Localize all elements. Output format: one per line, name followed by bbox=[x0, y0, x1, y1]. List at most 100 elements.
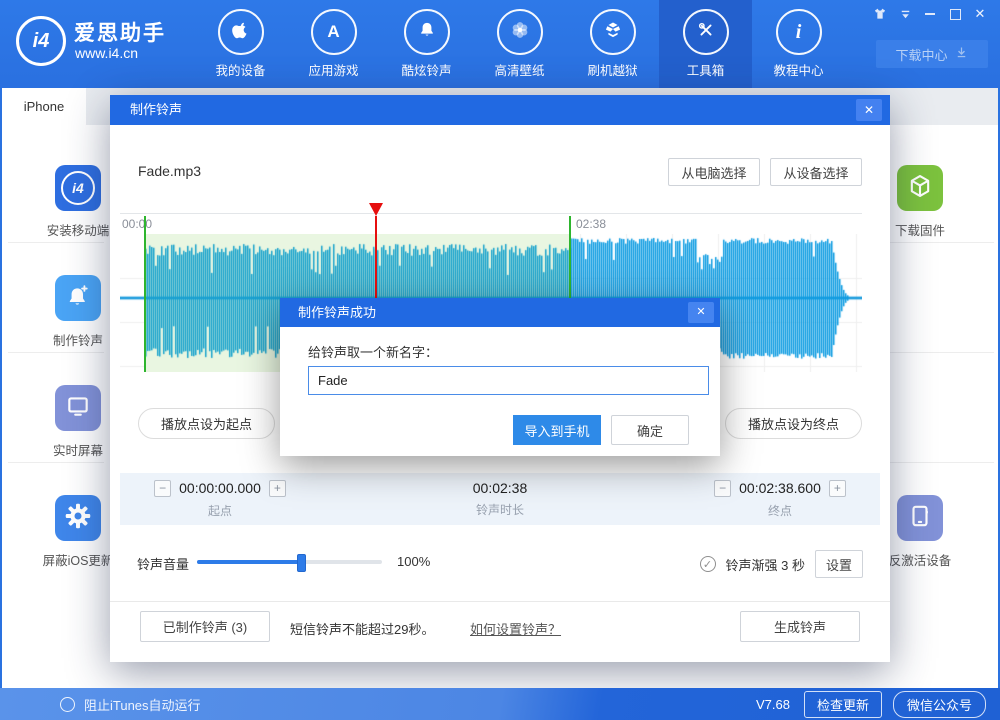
cube-icon bbox=[906, 172, 934, 205]
nav-label: 刷机越狱 bbox=[587, 60, 637, 79]
check-update-button[interactable]: 检查更新 bbox=[804, 691, 882, 718]
nav-label: 酷炫铃声 bbox=[401, 60, 451, 79]
divider bbox=[8, 242, 104, 243]
volume-percent: 100% bbox=[397, 554, 430, 569]
divider bbox=[886, 352, 994, 353]
download-center-label: 下载中心 bbox=[895, 45, 947, 64]
success-dialog-title: 制作铃声成功 bbox=[298, 305, 376, 320]
jailbreak-box-icon bbox=[603, 20, 623, 45]
nav-label: 教程中心 bbox=[773, 60, 823, 79]
file-name: Fade.mp3 bbox=[138, 163, 201, 179]
block-itunes-checkbox[interactable] bbox=[60, 697, 75, 712]
status-bar: 阻止iTunes自动运行 V7.68 检查更新 微信公众号 bbox=[0, 688, 1000, 720]
fade-in-cluster: ✓ 铃声渐强 3 秒 设置 bbox=[700, 550, 863, 578]
divider bbox=[886, 462, 994, 463]
nav-jailbreak[interactable]: 刷机越狱 bbox=[566, 0, 659, 88]
ok-button[interactable]: 确定 bbox=[611, 415, 689, 445]
apple-icon bbox=[230, 19, 252, 46]
nav-apps-games[interactable]: A 应用游戏 bbox=[287, 0, 380, 88]
check-circle-icon[interactable]: ✓ bbox=[700, 556, 716, 572]
i4-logo-icon: i4 bbox=[16, 16, 66, 66]
success-close-icon[interactable]: ✕ bbox=[688, 302, 714, 323]
timeline-end-label: 02:38 bbox=[576, 217, 606, 231]
dialog-close-icon[interactable]: ✕ bbox=[856, 99, 882, 121]
nav-label: 工具箱 bbox=[687, 60, 725, 79]
download-center-button[interactable]: 下载中心 bbox=[876, 40, 988, 68]
divider bbox=[886, 242, 994, 243]
sms-hint-text: 短信铃声不能超过29秒。 bbox=[290, 619, 434, 638]
info-icon: i bbox=[796, 21, 802, 44]
ringtone-dialog-titlebar: 制作铃声 ✕ bbox=[110, 95, 890, 125]
main-nav: 我的设备 A 应用游戏 酷炫铃声 高清壁纸 bbox=[194, 0, 845, 88]
bell-icon bbox=[417, 20, 437, 45]
select-from-device-button[interactable]: 从设备选择 bbox=[770, 158, 862, 186]
dialog-footer: 已制作铃声 (3) 短信铃声不能超过29秒。 如何设置铃声？ 生成铃声 bbox=[110, 601, 890, 662]
duration-label: 铃声时长 bbox=[476, 501, 524, 518]
nav-wallpapers[interactable]: 高清壁纸 bbox=[473, 0, 566, 88]
volume-label: 铃声音量 bbox=[137, 554, 189, 573]
block-itunes-label: 阻止iTunes自动运行 bbox=[84, 695, 201, 714]
duration-group: 00:02:38 铃声时长 bbox=[320, 473, 680, 525]
wechat-account-button[interactable]: 微信公众号 bbox=[893, 691, 986, 718]
how-to-set-link[interactable]: 如何设置铃声？ bbox=[470, 619, 561, 638]
skin-shirt-icon[interactable] bbox=[872, 7, 888, 21]
gear-icon bbox=[64, 502, 92, 535]
bell-plus-icon bbox=[64, 282, 92, 315]
app-url: www.i4.cn bbox=[75, 45, 138, 61]
window-left-edge bbox=[0, 88, 2, 688]
minimize-icon[interactable] bbox=[922, 7, 938, 21]
import-to-phone-button[interactable]: 导入到手机 bbox=[513, 415, 601, 445]
toolbox-icon bbox=[696, 20, 716, 45]
duration-value: 00:02:38 bbox=[473, 480, 528, 496]
volume-slider[interactable] bbox=[197, 560, 382, 564]
new-name-label: 给铃声取一个新名字： bbox=[308, 342, 438, 361]
generate-ringtone-button[interactable]: 生成铃声 bbox=[740, 611, 860, 642]
end-plus-button[interactable]: + bbox=[829, 480, 846, 497]
download-icon bbox=[954, 45, 969, 63]
end-minus-button[interactable]: − bbox=[714, 480, 731, 497]
tab-iphone[interactable]: iPhone bbox=[2, 88, 86, 125]
success-dialog: 制作铃声成功 ✕ 给铃声取一个新名字： 导入到手机 确定 bbox=[280, 298, 720, 456]
fade-in-label: 铃声渐强 3 秒 bbox=[726, 555, 805, 574]
divider bbox=[8, 462, 104, 463]
success-dialog-titlebar: 制作铃声成功 ✕ bbox=[280, 298, 720, 327]
maximize-icon[interactable] bbox=[947, 7, 963, 21]
end-time-label: 终点 bbox=[768, 502, 792, 519]
start-minus-button[interactable]: − bbox=[154, 480, 171, 497]
nav-label: 应用游戏 bbox=[308, 60, 358, 79]
i4-app-icon: i4 bbox=[61, 171, 95, 205]
volume-slider-thumb[interactable] bbox=[297, 554, 306, 572]
ringtone-name-input[interactable] bbox=[308, 366, 709, 395]
appstore-icon: A bbox=[327, 22, 339, 42]
time-strip: − 00:00:00.000 + 起点 00:02:38 铃声时长 − 00:0… bbox=[120, 473, 880, 525]
volume-slider-fill bbox=[197, 560, 301, 564]
minimize-to-tray-icon[interactable] bbox=[897, 7, 913, 21]
nav-tutorials[interactable]: i 教程中心 bbox=[752, 0, 845, 88]
set-start-button[interactable]: 播放点设为起点 bbox=[138, 408, 275, 439]
start-plus-button[interactable]: + bbox=[269, 480, 286, 497]
tablet-icon bbox=[907, 503, 933, 534]
wallpaper-flower-icon bbox=[509, 19, 531, 46]
set-end-button[interactable]: 播放点设为终点 bbox=[725, 408, 862, 439]
monitor-icon bbox=[65, 393, 91, 424]
header: i4 爱思助手 www.i4.cn 我的设备 A 应用游戏 酷炫铃声 bbox=[0, 0, 1000, 88]
timeline-start-label: 00:00 bbox=[122, 217, 152, 231]
fade-settings-button[interactable]: 设置 bbox=[815, 550, 863, 578]
start-marker[interactable] bbox=[144, 216, 146, 372]
window-controls: ✕ bbox=[872, 7, 988, 21]
nav-ringtones[interactable]: 酷炫铃声 bbox=[380, 0, 473, 88]
nav-my-devices[interactable]: 我的设备 bbox=[194, 0, 287, 88]
made-ringtones-button[interactable]: 已制作铃声 (3) bbox=[140, 611, 270, 642]
start-time-group: − 00:00:00.000 + 起点 bbox=[120, 473, 320, 525]
ringtone-dialog-title: 制作铃声 bbox=[130, 102, 182, 117]
close-icon[interactable]: ✕ bbox=[972, 7, 988, 21]
nav-label: 高清壁纸 bbox=[494, 60, 544, 79]
start-time-label: 起点 bbox=[208, 502, 232, 519]
nav-toolbox[interactable]: 工具箱 bbox=[659, 0, 752, 88]
end-time-value: 00:02:38.600 bbox=[739, 480, 821, 496]
end-time-group: − 00:02:38.600 + 终点 bbox=[680, 473, 880, 525]
select-from-pc-button[interactable]: 从电脑选择 bbox=[668, 158, 760, 186]
nav-label: 我的设备 bbox=[215, 60, 265, 79]
playhead-triangle-icon bbox=[369, 203, 383, 216]
version-text: V7.68 bbox=[756, 697, 790, 712]
